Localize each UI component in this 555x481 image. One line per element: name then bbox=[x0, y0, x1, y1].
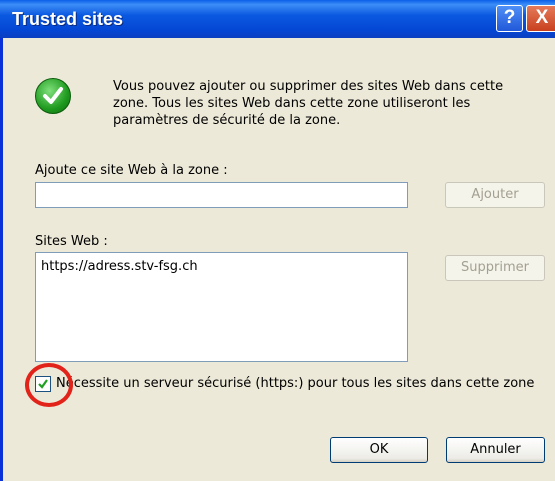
add-site-input[interactable] bbox=[35, 182, 408, 208]
ok-button-label: OK bbox=[369, 442, 389, 457]
help-button[interactable]: ? bbox=[496, 5, 523, 32]
remove-button[interactable]: Supprimer bbox=[445, 255, 545, 281]
sites-list[interactable]: https://adress.stv-fsg.ch bbox=[35, 252, 408, 362]
dialog-title: Trusted sites bbox=[12, 9, 124, 29]
close-button[interactable]: X bbox=[526, 5, 555, 32]
sites-list-label: Sites Web : bbox=[35, 234, 108, 249]
cancel-button[interactable]: Annuler bbox=[446, 437, 545, 463]
title-bar[interactable]: Trusted sites ? X bbox=[0, 0, 555, 38]
intro-text: Vous pouvez ajouter ou supprimer des sit… bbox=[113, 79, 504, 128]
add-button-label: Ajouter bbox=[471, 187, 519, 202]
list-item[interactable]: https://adress.stv-fsg.ch bbox=[41, 259, 198, 274]
highlight-circle bbox=[25, 363, 73, 407]
trusted-sites-dialog: Trusted sites ? X Vous pouvez ajouter ou… bbox=[0, 0, 555, 481]
https-checkbox-label[interactable]: Nécessite un serveur sécurisé (https:) p… bbox=[56, 376, 534, 391]
green-check-icon bbox=[35, 78, 71, 114]
add-button[interactable]: Ajouter bbox=[445, 182, 545, 208]
cancel-button-label: Annuler bbox=[470, 442, 521, 457]
add-site-label: Ajoute ce site Web à la zone : bbox=[35, 163, 228, 178]
ok-button[interactable]: OK bbox=[330, 437, 428, 463]
remove-button-label: Supprimer bbox=[461, 260, 529, 275]
